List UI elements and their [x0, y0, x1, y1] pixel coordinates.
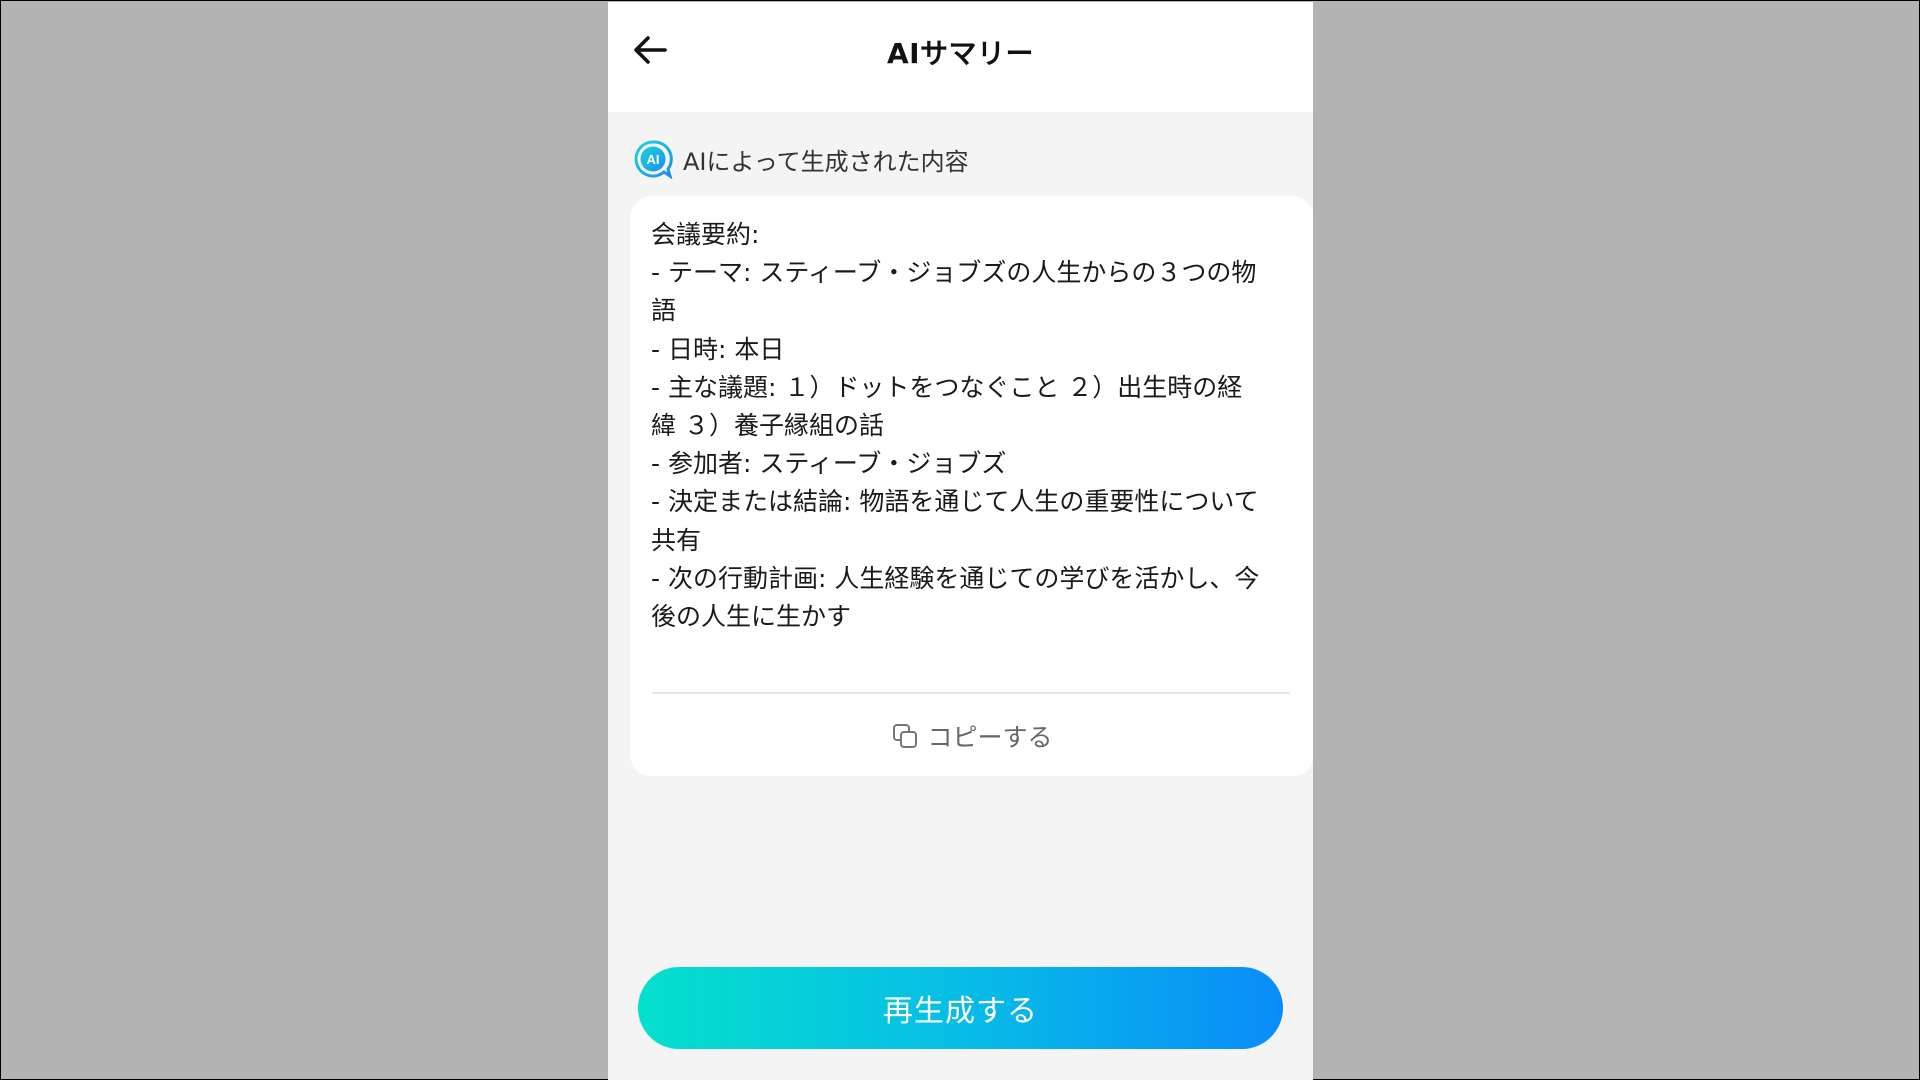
page-title: AIサマリー — [886, 37, 1035, 70]
ai-generated-notice: AI AIによって生成された内容 — [633, 139, 969, 179]
divider — [652, 692, 1290, 694]
ai-badge-icon: AI — [634, 140, 673, 179]
copy-icon — [893, 724, 918, 748]
regenerate-button[interactable]: 再生成する — [638, 967, 1283, 1049]
summary-card: 会議要約: - テーマ: スティーブ・ジョブズの人生からの３つの物 語 - 日時… — [630, 196, 1313, 776]
copy-button[interactable]: コピーする — [630, 714, 1313, 758]
top-bar: AIサマリー — [608, 2, 1313, 112]
summary-text: 会議要約: - テーマ: スティーブ・ジョブズの人生からの３つの物 語 - 日時… — [651, 220, 1260, 632]
copy-label: コピーする — [927, 723, 1053, 752]
ai-generated-label: AIによって生成された内容 — [683, 147, 969, 176]
svg-text:AI: AI — [647, 152, 660, 167]
screen-frame: AIサマリー AI AIによって生成された内容 会議要約: - テーマ: スティ… — [0, 0, 1920, 1080]
app-screen: AIサマリー AI AIによって生成された内容 会議要約: - テーマ: スティ… — [608, 2, 1313, 1080]
